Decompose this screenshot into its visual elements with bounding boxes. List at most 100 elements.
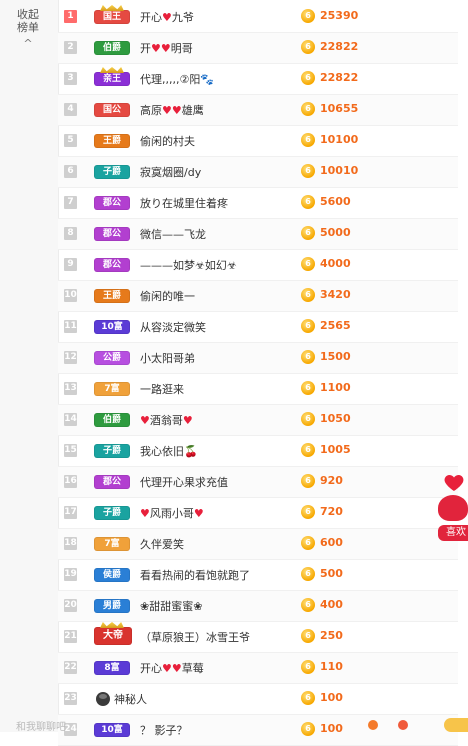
rank-badge: 8富 — [94, 661, 130, 675]
ranking-row[interactable]: 8 郡公 微信——飞龙 6 5000 — [58, 219, 458, 250]
collapse-label-line1: 收起 — [17, 8, 39, 21]
name-text: 神秘人 — [114, 693, 147, 706]
contribution-score: 10100 — [320, 133, 359, 146]
rank-number: 13 — [64, 382, 77, 395]
rank-badge: 王爵 — [94, 289, 130, 303]
heart-icon: ♥ — [160, 42, 171, 55]
coin-icon: 6 — [301, 288, 315, 302]
name-text: 微信——飞龙 — [140, 228, 206, 241]
user-name[interactable]: 代理开心果求充值 — [140, 474, 228, 490]
name-text-suffix: 雄鹰 — [181, 104, 204, 117]
heart-icon: ♥ — [140, 414, 150, 427]
user-name[interactable]: 久伴爱笑 — [140, 536, 184, 552]
name-text-suffix: 草莓 — [181, 662, 204, 675]
name-text: ———如梦☣如幻☣ — [140, 259, 237, 272]
rank-badge: 男爵 — [94, 599, 130, 613]
ranking-row[interactable]: 17 子爵 ♥风雨小哥♥ 6 720 — [58, 498, 458, 529]
rank-badge: 郡公 — [94, 227, 130, 241]
user-name[interactable]: 偷闲的唯一 — [140, 288, 195, 304]
rank-badge: 郡公 — [94, 258, 130, 272]
name-text: 久伴爱笑 — [140, 538, 184, 551]
user-name[interactable]: 放り在城里住着疼 — [140, 195, 228, 211]
name-text: 看看热闹的看饱就跑了 — [140, 569, 250, 582]
user-name[interactable]: ♥风雨小哥♥ — [140, 505, 204, 521]
anonymous-avatar-icon — [96, 692, 110, 706]
ranking-row[interactable]: 7 郡公 放り在城里住着疼 6 5600 — [58, 188, 458, 219]
sidebar: 收起 榜单 ^ — [0, 0, 59, 732]
ranking-row[interactable]: 19 侯爵 看看热闹的看饱就跑了 6 500 — [58, 560, 458, 591]
ranking-row[interactable]: 9 郡公 ———如梦☣如幻☣ 6 4000 — [58, 250, 458, 281]
ranking-row[interactable]: 21 大帝 （草原狼王）冰雪王爷 6 250 — [58, 622, 458, 653]
user-name[interactable]: 从容淡定微笑 — [140, 319, 206, 335]
coin-icon: 6 — [301, 102, 315, 116]
user-name[interactable]: 一路逛来 — [140, 381, 184, 397]
name-text: 开 — [140, 42, 151, 55]
name-text: 偷闲的村夫 — [140, 135, 195, 148]
user-name[interactable]: ♥酒翁哥♥ — [140, 412, 193, 428]
user-name[interactable]: ❀甜甜蜜蜜❀ — [140, 598, 202, 614]
rank-badge: 郡公 — [94, 475, 130, 489]
user-name[interactable]: 开心♥九爷 — [140, 9, 194, 25]
rank-number: 9 — [64, 258, 77, 271]
contribution-score: 10655 — [320, 102, 359, 115]
user-name[interactable]: 微信——飞龙 — [140, 226, 206, 242]
coin-icon: 6 — [301, 164, 315, 178]
ranking-row[interactable]: 20 男爵 ❀甜甜蜜蜜❀ 6 400 — [58, 591, 458, 622]
ranking-row[interactable]: 2 伯爵 开♥♥明哥 6 22822 — [58, 33, 458, 64]
rank-number: 15 — [64, 444, 77, 457]
coin-icon: 6 — [301, 319, 315, 333]
ranking-row[interactable]: 15 子爵 我心依旧🍒 6 1005 — [58, 436, 458, 467]
name-text: 开心 — [140, 11, 162, 24]
rank-number: 4 — [64, 103, 77, 116]
user-name[interactable]: 看看热闹的看饱就跑了 — [140, 567, 250, 583]
ranking-row[interactable]: 12 公爵 小太阳哥弟 6 1500 — [58, 343, 458, 374]
ranking-row[interactable]: 5 王爵 偷闲的村夫 6 10100 — [58, 126, 458, 157]
rank-number: 14 — [64, 413, 77, 426]
coin-icon: 6 — [301, 443, 315, 457]
rocket-icon[interactable] — [368, 720, 378, 730]
rank-number: 22 — [64, 661, 77, 674]
user-name[interactable]: 开心♥♥草莓 — [140, 660, 204, 676]
user-name[interactable]: 开♥♥明哥 — [140, 40, 193, 56]
floating-promo[interactable]: 喜欢 — [438, 495, 468, 551]
collapse-ranking-button[interactable]: 收起 榜单 ^ — [6, 8, 50, 50]
ranking-row[interactable]: 22 8富 开心♥♥草莓 6 110 — [58, 653, 458, 684]
ranking-row[interactable]: 6 子爵 寂寞烟圈/dy 6 10010 — [58, 157, 458, 188]
contribution-score: 2565 — [320, 319, 351, 332]
ranking-row[interactable]: 10 王爵 偷闲的唯一 6 3420 — [58, 281, 458, 312]
rank-number: 10 — [64, 289, 77, 302]
rank-badge: 伯爵 — [94, 413, 130, 427]
name-text: 从容淡定微笑 — [140, 321, 206, 334]
name-text: 我心依旧 — [140, 445, 184, 458]
user-name[interactable]: 偷闲的村夫 — [140, 133, 195, 149]
rank-number: 19 — [64, 568, 77, 581]
ranking-row[interactable]: 4 国公 高原♥♥雄鹰 6 10655 — [58, 95, 458, 126]
gift-icon[interactable] — [398, 720, 408, 730]
ranking-row[interactable]: 1 国王 开心♥九爷 6 25390 — [58, 2, 458, 33]
user-name[interactable]: 高原♥♥雄鹰 — [140, 102, 204, 118]
user-name[interactable]: （草原狼王）冰雪王爷 — [140, 629, 250, 645]
ranking-row[interactable]: 18 7富 久伴爱笑 6 600 — [58, 529, 458, 560]
send-button[interactable] — [444, 718, 468, 732]
ranking-row[interactable]: 16 郡公 代理开心果求充值 6 920 — [58, 467, 458, 498]
user-name[interactable]: 代理,,,,,②阳🐾 — [140, 71, 214, 87]
user-name[interactable]: 小太阳哥弟 — [140, 350, 195, 366]
rank-number: 5 — [64, 134, 77, 147]
ranking-row[interactable]: 11 10富 从容淡定微笑 6 2565 — [58, 312, 458, 343]
ranking-row[interactable]: 14 伯爵 ♥酒翁哥♥ 6 1050 — [58, 405, 458, 436]
ranking-row[interactable]: 3 亲王 代理,,,,,②阳🐾 6 22822 — [58, 64, 458, 95]
user-name[interactable]: 神秘人 — [114, 691, 147, 707]
ranking-row[interactable]: 13 7富 一路逛来 6 1100 — [58, 374, 458, 405]
chat-prompt[interactable]: 和我聊聊吧 — [16, 718, 66, 733]
heart-icon: ♥ — [182, 414, 193, 427]
heart-decoration-icon — [442, 470, 466, 494]
rank-badge: 伯爵 — [94, 41, 130, 55]
coin-icon: 6 — [301, 412, 315, 426]
user-name[interactable]: 寂寞烟圈/dy — [140, 164, 201, 180]
rank-badge: 公爵 — [94, 351, 130, 365]
coin-icon: 6 — [301, 257, 315, 271]
ranking-row[interactable]: 23 神秘人 6 100 — [58, 684, 458, 715]
user-name[interactable]: 我心依旧🍒 — [140, 443, 198, 459]
coin-icon: 6 — [301, 567, 315, 581]
user-name[interactable]: ———如梦☣如幻☣ — [140, 257, 237, 273]
